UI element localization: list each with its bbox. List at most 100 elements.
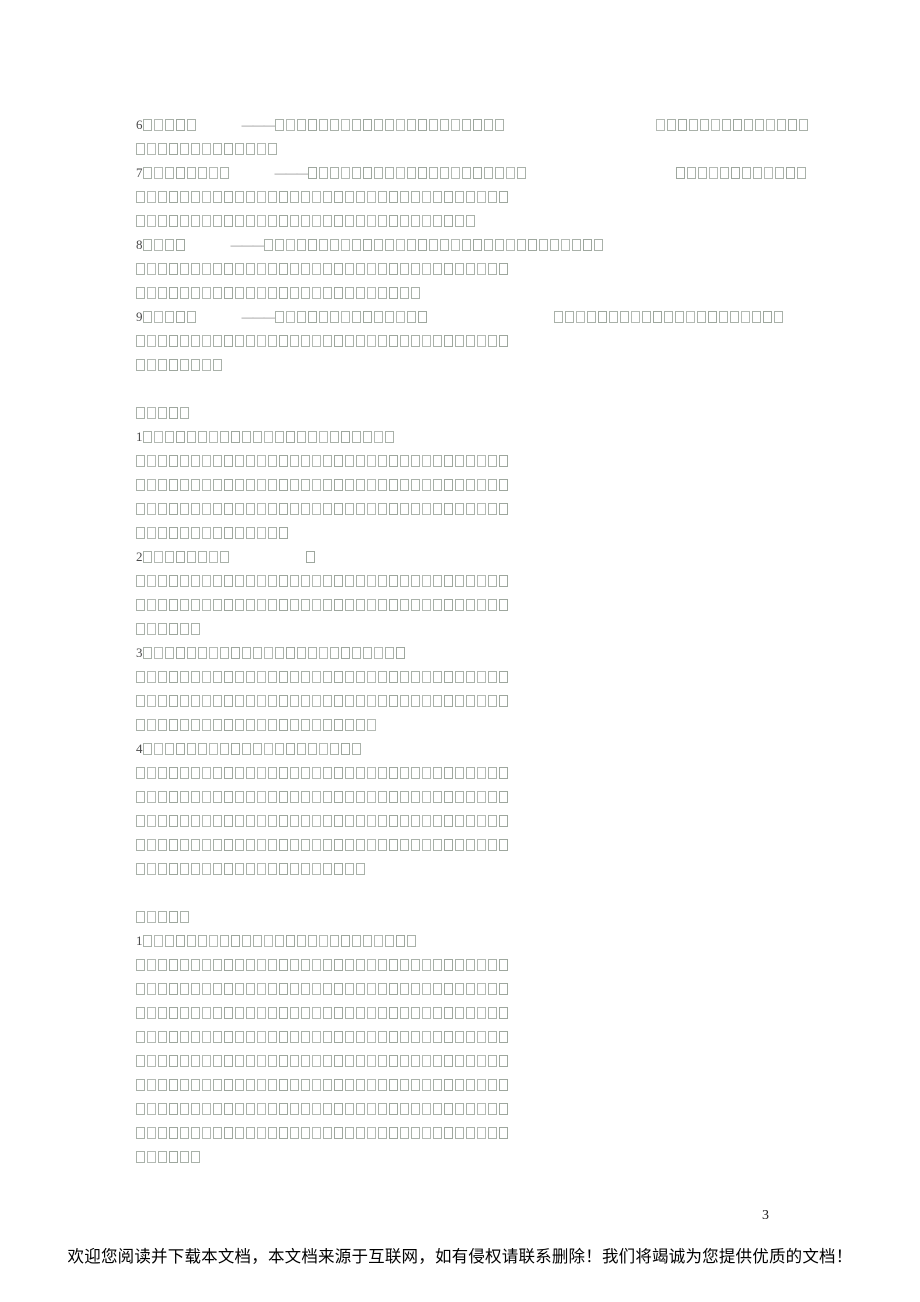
- missing-glyph-box: [389, 335, 398, 347]
- missing-glyph-box: [180, 623, 189, 635]
- missing-glyph-box: [268, 215, 277, 227]
- missing-glyph-box: [384, 647, 394, 659]
- missing-glyph-box: [433, 815, 442, 827]
- missing-glyph-box: [164, 239, 174, 251]
- missing-glyph-box: [323, 599, 332, 611]
- missing-glyph-box: [444, 575, 453, 587]
- missing-glyph-box: [219, 551, 229, 563]
- missing-glyph-box: [147, 287, 156, 299]
- missing-glyph-box: [389, 815, 398, 827]
- missing-glyph-box: [499, 575, 508, 587]
- missing-glyph-box: [356, 335, 365, 347]
- missing-glyph-box: [367, 839, 376, 851]
- missing-glyph-box: [708, 167, 718, 179]
- missing-glyph-box: [268, 767, 277, 779]
- missing-glyph-box: [422, 191, 431, 203]
- missing-glyph-box: [312, 959, 321, 971]
- missing-glyph-box: [334, 815, 343, 827]
- missing-glyph-box: [257, 959, 266, 971]
- missing-glyph-box: [477, 791, 486, 803]
- missing-glyph-box: [202, 719, 211, 731]
- missing-glyph-box: [290, 959, 299, 971]
- missing-glyph-box: [641, 311, 651, 323]
- missing-glyph-box: [208, 551, 218, 563]
- missing-glyph-box: [400, 671, 409, 683]
- missing-glyph-box: [334, 191, 343, 203]
- missing-glyph-box: [318, 311, 328, 323]
- missing-glyph-box: [197, 743, 207, 755]
- missing-glyph-box: [213, 599, 222, 611]
- missing-glyph-box: [213, 695, 222, 707]
- missing-glyph-box: [301, 335, 310, 347]
- missing-glyph-box: [400, 215, 409, 227]
- missing-glyph-box: [466, 215, 475, 227]
- text-line: 6 ———: [136, 113, 808, 137]
- missing-glyph-box: [312, 719, 321, 731]
- missing-glyph-box: [180, 335, 189, 347]
- missing-glyph-box: [202, 1055, 211, 1067]
- missing-glyph-box: [582, 239, 592, 251]
- missing-glyph-box: [455, 335, 464, 347]
- missing-glyph-box: [367, 959, 376, 971]
- missing-glyph-box: [224, 1127, 233, 1139]
- missing-glyph-box: [301, 719, 310, 731]
- text-line: [136, 281, 776, 305]
- missing-glyph-box: [378, 815, 387, 827]
- text-line: [136, 953, 776, 977]
- missing-glyph-box: [279, 1031, 288, 1043]
- missing-glyph-box: [208, 647, 218, 659]
- missing-glyph-box: [488, 695, 497, 707]
- missing-glyph-box: [257, 527, 266, 539]
- missing-glyph-box: [389, 791, 398, 803]
- missing-glyph-box: [235, 503, 244, 515]
- missing-glyph-box: [191, 1031, 200, 1043]
- missing-glyph-box: [136, 1127, 145, 1139]
- missing-glyph-box: [268, 1103, 277, 1115]
- missing-glyph-box: [290, 839, 299, 851]
- missing-glyph-box: [246, 839, 255, 851]
- missing-glyph-box: [444, 671, 453, 683]
- missing-glyph-box: [455, 671, 464, 683]
- missing-glyph-box: [169, 599, 178, 611]
- missing-glyph-box: [136, 815, 145, 827]
- missing-glyph-box: [466, 1079, 475, 1091]
- missing-glyph-box: [666, 119, 676, 131]
- missing-glyph-box: [488, 839, 497, 851]
- missing-glyph-box: [142, 935, 152, 947]
- missing-glyph-box: [477, 1007, 486, 1019]
- missing-glyph-box: [345, 959, 354, 971]
- missing-glyph-box: [301, 1007, 310, 1019]
- missing-glyph-box: [597, 311, 607, 323]
- missing-glyph-box: [257, 863, 266, 875]
- missing-glyph-box: [263, 743, 273, 755]
- missing-glyph-box: [345, 695, 354, 707]
- missing-glyph-box: [158, 695, 167, 707]
- missing-glyph-box: [213, 983, 222, 995]
- missing-glyph-box: [433, 1007, 442, 1019]
- missing-glyph-box: [257, 1127, 266, 1139]
- missing-glyph-box: [301, 1031, 310, 1043]
- missing-glyph-box: [312, 1127, 321, 1139]
- missing-glyph-box: [274, 239, 284, 251]
- missing-glyph-box: [175, 239, 185, 251]
- missing-glyph-box: [180, 959, 189, 971]
- missing-glyph-box: [290, 1127, 299, 1139]
- missing-glyph-box: [147, 335, 156, 347]
- missing-glyph-box: [290, 191, 299, 203]
- missing-glyph-box: [191, 839, 200, 851]
- missing-glyph-box: [153, 647, 163, 659]
- missing-glyph-box: [246, 191, 255, 203]
- missing-glyph-box: [158, 1103, 167, 1115]
- missing-glyph-box: [378, 1103, 387, 1115]
- missing-glyph-box: [136, 671, 145, 683]
- missing-glyph-box: [246, 143, 255, 155]
- missing-glyph-box: [147, 695, 156, 707]
- missing-glyph-box: [373, 119, 383, 131]
- missing-glyph-box: [169, 695, 178, 707]
- missing-glyph-box: [301, 1127, 310, 1139]
- missing-glyph-box: [356, 263, 365, 275]
- missing-glyph-box: [290, 479, 299, 491]
- missing-glyph-box: [384, 431, 394, 443]
- missing-glyph-box: [290, 1055, 299, 1067]
- missing-glyph-box: [422, 575, 431, 587]
